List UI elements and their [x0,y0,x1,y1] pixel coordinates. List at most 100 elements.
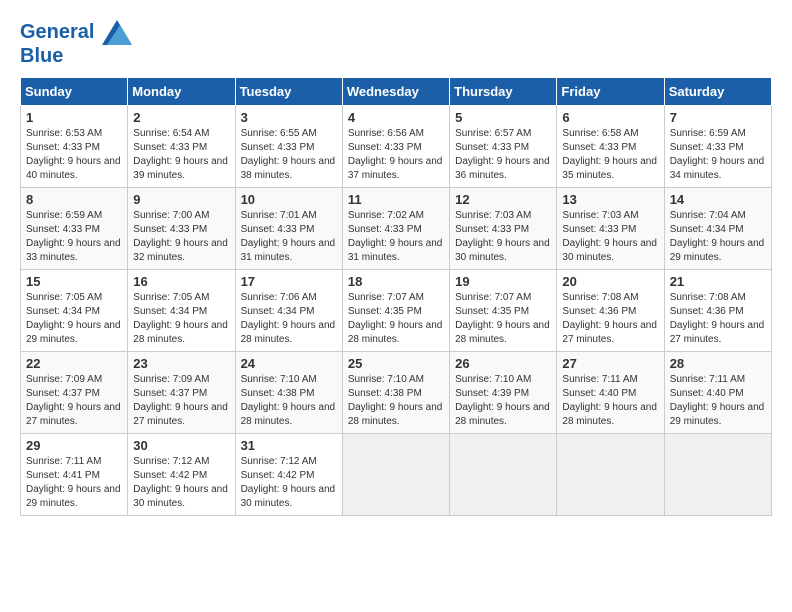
day-number: 18 [348,274,444,289]
day-number: 15 [26,274,122,289]
day-info: Sunrise: 7:10 AM Sunset: 4:38 PM Dayligh… [348,373,444,429]
day-number: 8 [26,192,122,207]
day-number: 9 [133,192,229,207]
day-number: 25 [348,356,444,371]
calendar-cell [664,434,771,516]
day-number: 17 [241,274,337,289]
calendar-cell: 27 Sunrise: 7:11 AM Sunset: 4:40 PM Dayl… [557,352,664,434]
calendar-cell: 25 Sunrise: 7:10 AM Sunset: 4:38 PM Dayl… [342,352,449,434]
day-number: 26 [455,356,551,371]
calendar-cell: 11 Sunrise: 7:02 AM Sunset: 4:33 PM Dayl… [342,188,449,270]
day-number: 12 [455,192,551,207]
calendar-cell: 31 Sunrise: 7:12 AM Sunset: 4:42 PM Dayl… [235,434,342,516]
week-row-5: 29 Sunrise: 7:11 AM Sunset: 4:41 PM Dayl… [21,434,772,516]
day-number: 10 [241,192,337,207]
day-header-monday: Monday [128,78,235,106]
calendar-cell: 4 Sunrise: 6:56 AM Sunset: 4:33 PM Dayli… [342,106,449,188]
calendar-cell: 17 Sunrise: 7:06 AM Sunset: 4:34 PM Dayl… [235,270,342,352]
day-info: Sunrise: 7:03 AM Sunset: 4:33 PM Dayligh… [455,209,551,265]
day-info: Sunrise: 7:04 AM Sunset: 4:34 PM Dayligh… [670,209,766,265]
day-number: 22 [26,356,122,371]
calendar-cell: 20 Sunrise: 7:08 AM Sunset: 4:36 PM Dayl… [557,270,664,352]
day-info: Sunrise: 6:55 AM Sunset: 4:33 PM Dayligh… [241,127,337,183]
day-info: Sunrise: 7:11 AM Sunset: 4:40 PM Dayligh… [670,373,766,429]
calendar-cell: 3 Sunrise: 6:55 AM Sunset: 4:33 PM Dayli… [235,106,342,188]
day-number: 3 [241,110,337,125]
day-header-tuesday: Tuesday [235,78,342,106]
day-number: 21 [670,274,766,289]
day-number: 19 [455,274,551,289]
day-header-sunday: Sunday [21,78,128,106]
day-info: Sunrise: 7:10 AM Sunset: 4:39 PM Dayligh… [455,373,551,429]
day-info: Sunrise: 7:10 AM Sunset: 4:38 PM Dayligh… [241,373,337,429]
day-info: Sunrise: 7:11 AM Sunset: 4:41 PM Dayligh… [26,455,122,511]
week-row-3: 15 Sunrise: 7:05 AM Sunset: 4:34 PM Dayl… [21,270,772,352]
calendar-cell: 7 Sunrise: 6:59 AM Sunset: 4:33 PM Dayli… [664,106,771,188]
day-info: Sunrise: 7:02 AM Sunset: 4:33 PM Dayligh… [348,209,444,265]
calendar-cell: 10 Sunrise: 7:01 AM Sunset: 4:33 PM Dayl… [235,188,342,270]
day-info: Sunrise: 7:09 AM Sunset: 4:37 PM Dayligh… [133,373,229,429]
calendar-cell: 26 Sunrise: 7:10 AM Sunset: 4:39 PM Dayl… [450,352,557,434]
calendar-cell [342,434,449,516]
day-info: Sunrise: 6:58 AM Sunset: 4:33 PM Dayligh… [562,127,658,183]
week-row-2: 8 Sunrise: 6:59 AM Sunset: 4:33 PM Dayli… [21,188,772,270]
day-number: 16 [133,274,229,289]
day-info: Sunrise: 7:12 AM Sunset: 4:42 PM Dayligh… [241,455,337,511]
day-info: Sunrise: 7:07 AM Sunset: 4:35 PM Dayligh… [348,291,444,347]
day-info: Sunrise: 7:01 AM Sunset: 4:33 PM Dayligh… [241,209,337,265]
day-number: 28 [670,356,766,371]
calendar-cell: 29 Sunrise: 7:11 AM Sunset: 4:41 PM Dayl… [21,434,128,516]
day-number: 2 [133,110,229,125]
day-info: Sunrise: 6:59 AM Sunset: 4:33 PM Dayligh… [26,209,122,265]
day-number: 6 [562,110,658,125]
day-number: 14 [670,192,766,207]
day-number: 30 [133,438,229,453]
week-row-1: 1 Sunrise: 6:53 AM Sunset: 4:33 PM Dayli… [21,106,772,188]
day-number: 24 [241,356,337,371]
day-number: 11 [348,192,444,207]
calendar-cell: 6 Sunrise: 6:58 AM Sunset: 4:33 PM Dayli… [557,106,664,188]
calendar-cell: 22 Sunrise: 7:09 AM Sunset: 4:37 PM Dayl… [21,352,128,434]
calendar-cell: 14 Sunrise: 7:04 AM Sunset: 4:34 PM Dayl… [664,188,771,270]
calendar-cell: 24 Sunrise: 7:10 AM Sunset: 4:38 PM Dayl… [235,352,342,434]
calendar-cell: 21 Sunrise: 7:08 AM Sunset: 4:36 PM Dayl… [664,270,771,352]
day-info: Sunrise: 7:07 AM Sunset: 4:35 PM Dayligh… [455,291,551,347]
day-header-saturday: Saturday [664,78,771,106]
day-info: Sunrise: 7:00 AM Sunset: 4:33 PM Dayligh… [133,209,229,265]
calendar-cell: 30 Sunrise: 7:12 AM Sunset: 4:42 PM Dayl… [128,434,235,516]
day-info: Sunrise: 6:53 AM Sunset: 4:33 PM Dayligh… [26,127,122,183]
day-info: Sunrise: 6:56 AM Sunset: 4:33 PM Dayligh… [348,127,444,183]
day-number: 29 [26,438,122,453]
day-info: Sunrise: 6:57 AM Sunset: 4:33 PM Dayligh… [455,127,551,183]
day-info: Sunrise: 7:08 AM Sunset: 4:36 PM Dayligh… [670,291,766,347]
day-header-thursday: Thursday [450,78,557,106]
logo-blue: Blue [20,45,132,67]
calendar-cell: 13 Sunrise: 7:03 AM Sunset: 4:33 PM Dayl… [557,188,664,270]
day-info: Sunrise: 7:09 AM Sunset: 4:37 PM Dayligh… [26,373,122,429]
logo-general: General [20,21,94,43]
calendar-cell: 28 Sunrise: 7:11 AM Sunset: 4:40 PM Dayl… [664,352,771,434]
day-number: 4 [348,110,444,125]
day-info: Sunrise: 6:54 AM Sunset: 4:33 PM Dayligh… [133,127,229,183]
day-info: Sunrise: 7:03 AM Sunset: 4:33 PM Dayligh… [562,209,658,265]
calendar-cell: 12 Sunrise: 7:03 AM Sunset: 4:33 PM Dayl… [450,188,557,270]
calendar-cell [557,434,664,516]
day-info: Sunrise: 6:59 AM Sunset: 4:33 PM Dayligh… [670,127,766,183]
calendar-table: SundayMondayTuesdayWednesdayThursdayFrid… [20,77,772,516]
calendar-cell: 9 Sunrise: 7:00 AM Sunset: 4:33 PM Dayli… [128,188,235,270]
day-number: 23 [133,356,229,371]
calendar-cell: 18 Sunrise: 7:07 AM Sunset: 4:35 PM Dayl… [342,270,449,352]
page-header: General Blue [20,20,772,67]
logo-icon [102,20,132,45]
calendar-cell: 23 Sunrise: 7:09 AM Sunset: 4:37 PM Dayl… [128,352,235,434]
day-number: 5 [455,110,551,125]
calendar-cell: 15 Sunrise: 7:05 AM Sunset: 4:34 PM Dayl… [21,270,128,352]
calendar-cell: 1 Sunrise: 6:53 AM Sunset: 4:33 PM Dayli… [21,106,128,188]
day-number: 1 [26,110,122,125]
day-info: Sunrise: 7:06 AM Sunset: 4:34 PM Dayligh… [241,291,337,347]
day-number: 31 [241,438,337,453]
calendar-header-row: SundayMondayTuesdayWednesdayThursdayFrid… [21,78,772,106]
day-number: 27 [562,356,658,371]
calendar-cell: 8 Sunrise: 6:59 AM Sunset: 4:33 PM Dayli… [21,188,128,270]
calendar-cell: 19 Sunrise: 7:07 AM Sunset: 4:35 PM Dayl… [450,270,557,352]
